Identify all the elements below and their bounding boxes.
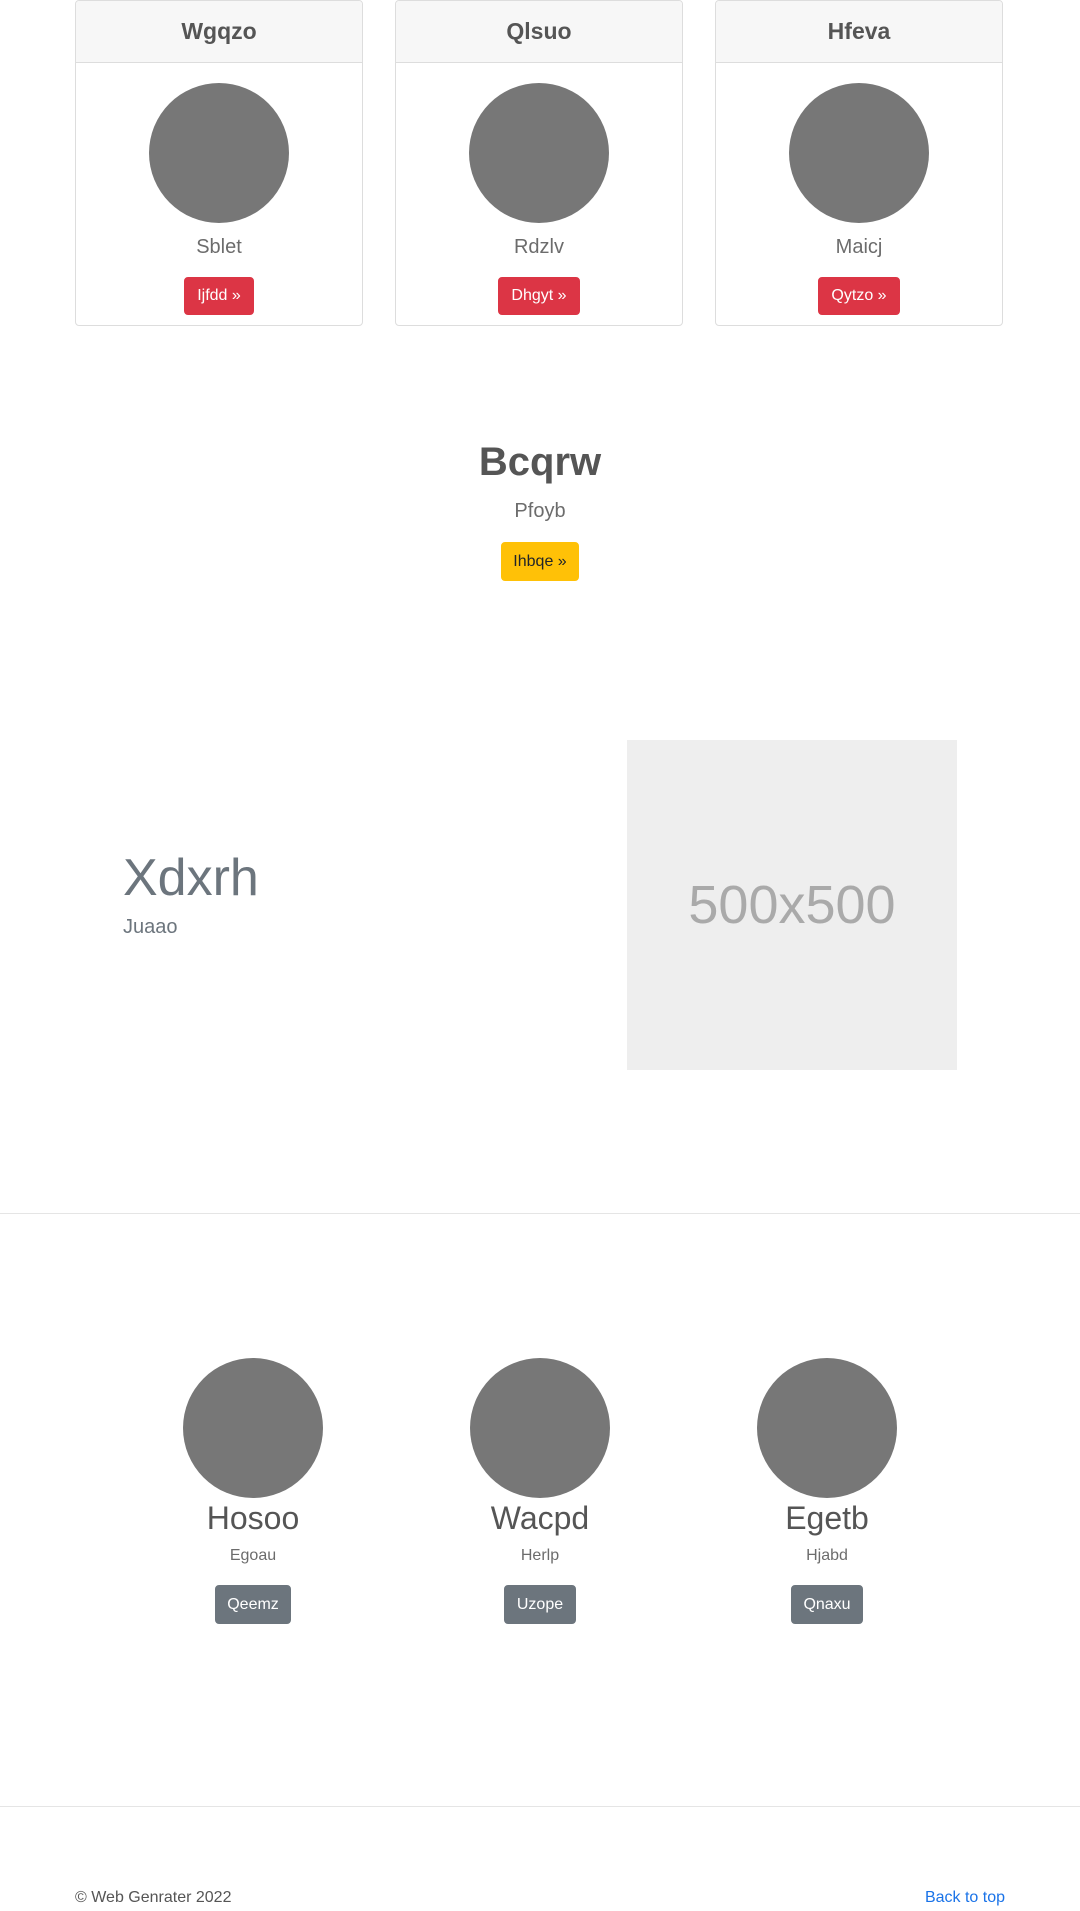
trio-name: Egetb: [785, 1500, 869, 1536]
avatar: [469, 83, 609, 223]
avatar: [149, 83, 289, 223]
avatar: [789, 83, 929, 223]
card-3-button[interactable]: Qytzo »: [818, 277, 900, 315]
placeholder-image: 500x500: [627, 740, 957, 1070]
card-subtitle: Maicj: [835, 236, 883, 258]
footer-divider: [0, 1806, 1080, 1807]
trio-subtitle: Herlp: [520, 1547, 560, 1564]
feature-subtitle: Juaao: [123, 916, 178, 938]
card-3: Hfeva Maicj Qytzo »: [715, 0, 1003, 326]
trio-name: Wacpd: [490, 1500, 590, 1536]
footer-copyright: © Web Genrater 2022: [75, 1889, 232, 1906]
trio-subtitle: Hjabd: [806, 1547, 848, 1564]
hero-button[interactable]: Ihbqe »: [501, 542, 579, 581]
hero-subtitle: Pfoyb: [514, 500, 566, 522]
feature-title: Xdxrh: [123, 849, 259, 907]
card-title: Wgqzo: [76, 1, 362, 63]
card-subtitle: Rdzlv: [513, 236, 564, 258]
trio-name: Hosoo: [206, 1500, 300, 1536]
trio-2-button[interactable]: Uzope: [504, 1585, 576, 1624]
card-2-button[interactable]: Dhgyt »: [498, 277, 580, 315]
avatar: [183, 1358, 323, 1498]
card-subtitle: Sblet: [196, 236, 242, 258]
card-title: Qlsuo: [396, 1, 682, 63]
section-divider: [0, 1213, 1080, 1214]
card-1: Wgqzo Sblet Ijfdd »: [75, 0, 363, 326]
placeholder-image-label: 500x500: [688, 875, 896, 935]
trio-3-button[interactable]: Qnaxu: [791, 1585, 863, 1624]
card-title: Hfeva: [716, 1, 1002, 63]
trio-subtitle: Egoau: [229, 1547, 277, 1564]
card-1-button[interactable]: Ijfdd »: [184, 277, 254, 315]
hero-title: Bcqrw: [478, 440, 602, 484]
trio-1-button[interactable]: Qeemz: [215, 1585, 291, 1624]
avatar: [757, 1358, 897, 1498]
back-to-top-link[interactable]: Back to top: [925, 1889, 1005, 1907]
card-2: Qlsuo Rdzlv Dhgyt »: [395, 0, 683, 326]
avatar: [470, 1358, 610, 1498]
